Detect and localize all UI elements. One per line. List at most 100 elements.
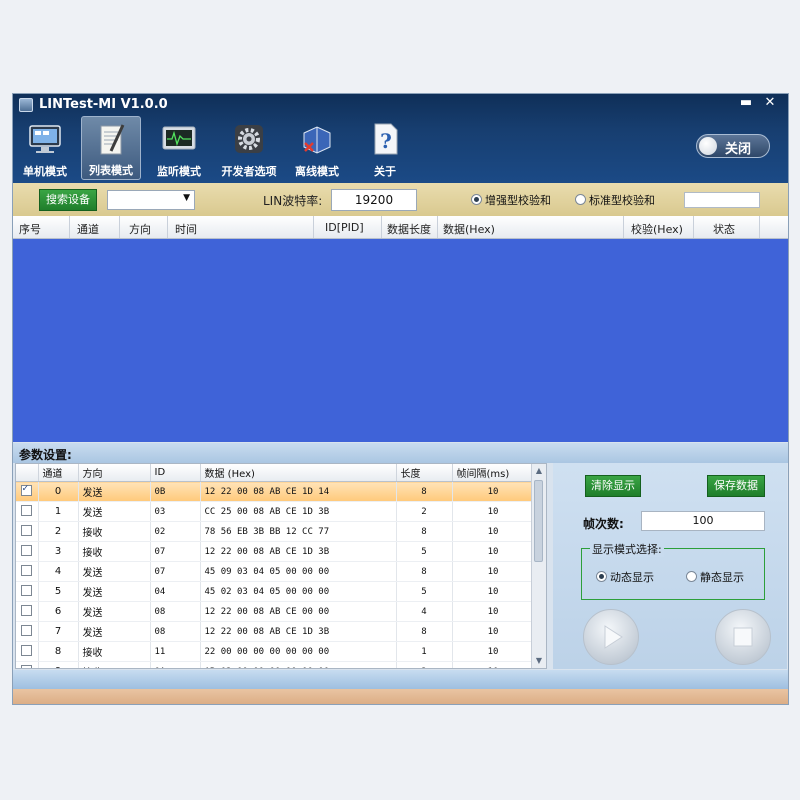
row-checkbox[interactable]	[21, 665, 33, 668]
device-select[interactable]: ▼	[107, 190, 195, 210]
row-checkbox[interactable]	[21, 483, 33, 496]
tool-about[interactable]: ? 关于	[355, 116, 415, 180]
cell-channel[interactable]: 4	[38, 561, 79, 582]
row-checkbox[interactable]	[21, 605, 33, 616]
cell-direction[interactable]: 发送	[78, 621, 151, 642]
cell-interval[interactable]: 10	[452, 641, 535, 662]
params-scrollbar[interactable]: ▲ ▼	[531, 464, 546, 668]
cell-data-hex[interactable]: 12 22 00 08 AB CE 1D 14	[200, 481, 397, 502]
table-row[interactable]: 1 发送 03 CC 25 00 08 AB CE 1D 3B 2 10	[16, 501, 535, 522]
cell-channel[interactable]: 7	[38, 621, 79, 642]
cell-direction[interactable]: 发送	[78, 481, 151, 502]
cell-id[interactable]: 11	[150, 641, 201, 662]
row-checkbox[interactable]	[21, 645, 33, 656]
cell-direction[interactable]: 发送	[78, 561, 151, 582]
cell-direction[interactable]: 接收	[78, 641, 151, 662]
cell-data-hex[interactable]: 12 22 00 08 AB CE 00 00	[200, 601, 397, 622]
cell-direction[interactable]: 接收	[78, 521, 151, 542]
cell-channel[interactable]: 8	[38, 641, 79, 662]
start-button[interactable]	[583, 609, 639, 665]
cell-length[interactable]: 5	[396, 581, 453, 602]
table-row[interactable]: 4 发送 07 45 09 03 04 05 00 00 00 8 10	[16, 561, 535, 582]
table-row[interactable]: 9接收0AAB 02 00 00 00 00 00 00310	[16, 661, 535, 668]
table-row[interactable]: 8 接收 11 22 00 00 00 00 00 00 00 1 10	[16, 641, 535, 662]
radio-dynamic-display[interactable]: 动态显示	[596, 569, 654, 585]
tool-standalone-mode[interactable]: 单机模式	[15, 116, 75, 180]
cell-interval[interactable]: 10	[452, 581, 535, 602]
cell-id[interactable]: 08	[150, 621, 201, 642]
radio-standard-checksum[interactable]: 标准型校验和	[575, 192, 655, 208]
checksum-field[interactable]	[684, 192, 760, 208]
cell-direction[interactable]: 接收	[78, 541, 151, 562]
cell-id[interactable]: 08	[150, 601, 201, 622]
close-window-button[interactable]: ✕	[760, 94, 780, 112]
cell-length[interactable]: 1	[396, 641, 453, 662]
cell-data-hex[interactable]: 45 02 03 04 05 00 00 00	[200, 581, 397, 602]
cell-length[interactable]: 8	[396, 481, 453, 502]
cell-data-hex[interactable]: AB 02 00 00 00 00 00 00	[200, 661, 397, 668]
cell-id[interactable]: 02	[150, 521, 201, 542]
scroll-down-icon[interactable]: ▼	[532, 654, 546, 668]
cell-direction[interactable]: 发送	[78, 581, 151, 602]
cell-interval[interactable]: 10	[452, 541, 535, 562]
cell-length[interactable]: 2	[396, 501, 453, 522]
cell-channel[interactable]: 3	[38, 541, 79, 562]
tool-monitor-mode[interactable]: 监听模式	[149, 116, 209, 180]
cell-interval[interactable]: 10	[452, 481, 535, 502]
tool-list-mode[interactable]: 列表模式	[81, 116, 141, 180]
cell-id[interactable]: 04	[150, 581, 201, 602]
cell-interval[interactable]: 10	[452, 521, 535, 542]
radio-static-display[interactable]: 静态显示	[686, 569, 744, 585]
tool-developer-options[interactable]: 开发者选项	[213, 116, 285, 180]
row-checkbox[interactable]	[21, 625, 33, 636]
cell-direction[interactable]: 接收	[78, 661, 151, 668]
cell-interval[interactable]: 10	[452, 661, 535, 668]
row-checkbox[interactable]	[21, 525, 33, 536]
stop-button[interactable]	[715, 609, 771, 665]
cell-data-hex[interactable]: 45 09 03 04 05 00 00 00	[200, 561, 397, 582]
cell-channel[interactable]: 1	[38, 501, 79, 522]
tool-offline-mode[interactable]: 离线模式	[287, 116, 347, 180]
baud-rate-input[interactable]: 19200	[331, 189, 417, 211]
row-checkbox[interactable]	[21, 505, 33, 516]
search-device-button[interactable]: 搜索设备	[39, 189, 97, 211]
cell-length[interactable]: 3	[396, 661, 453, 668]
cell-direction[interactable]: 发送	[78, 601, 151, 622]
cell-channel[interactable]: 0	[38, 481, 79, 502]
row-checkbox[interactable]	[21, 585, 33, 596]
cell-interval[interactable]: 10	[452, 601, 535, 622]
cell-interval[interactable]: 10	[452, 561, 535, 582]
cell-id[interactable]: 0A	[150, 661, 201, 668]
cell-interval[interactable]: 10	[452, 621, 535, 642]
cell-length[interactable]: 4	[396, 601, 453, 622]
save-data-button[interactable]: 保存数据	[707, 475, 765, 497]
table-row[interactable]: 2 接收 02 78 56 EB 3B BB 12 CC 77 8 10	[16, 521, 535, 542]
row-checkbox[interactable]	[21, 565, 33, 576]
table-row[interactable]: 6 发送 08 12 22 00 08 AB CE 00 00 4 10	[16, 601, 535, 622]
minimize-button[interactable]: ▬	[736, 94, 756, 112]
cell-id[interactable]: 07	[150, 561, 201, 582]
cell-channel[interactable]: 5	[38, 581, 79, 602]
row-checkbox[interactable]	[21, 545, 33, 556]
cell-channel[interactable]: 6	[38, 601, 79, 622]
cell-data-hex[interactable]: CC 25 00 08 AB CE 1D 3B	[200, 501, 397, 522]
cell-data-hex[interactable]: 22 00 00 00 00 00 00 00	[200, 641, 397, 662]
cell-interval[interactable]: 10	[452, 501, 535, 522]
cell-id[interactable]: 03	[150, 501, 201, 522]
cell-direction[interactable]: 发送	[78, 501, 151, 522]
message-grid-body[interactable]	[13, 239, 788, 442]
table-row[interactable]: 5 发送 04 45 02 03 04 05 00 00 00 5 10	[16, 581, 535, 602]
cell-data-hex[interactable]: 78 56 EB 3B BB 12 CC 77	[200, 521, 397, 542]
cell-channel[interactable]: 9	[38, 661, 79, 668]
close-toggle[interactable]: 关闭	[696, 134, 770, 158]
cell-data-hex[interactable]: 12 22 00 08 AB CE 1D 3B	[200, 621, 397, 642]
cell-length[interactable]: 8	[396, 621, 453, 642]
cell-id[interactable]: 07	[150, 541, 201, 562]
frame-count-input[interactable]: 100	[641, 511, 765, 531]
table-row[interactable]: 7 发送 08 12 22 00 08 AB CE 1D 3B 8 10	[16, 621, 535, 642]
cell-channel[interactable]: 2	[38, 521, 79, 542]
radio-enhanced-checksum[interactable]: 增强型校验和	[471, 192, 551, 208]
scroll-thumb[interactable]	[534, 480, 543, 562]
cell-data-hex[interactable]: 12 22 00 08 AB CE 1D 3B	[200, 541, 397, 562]
cell-id[interactable]: 0B	[150, 481, 201, 502]
